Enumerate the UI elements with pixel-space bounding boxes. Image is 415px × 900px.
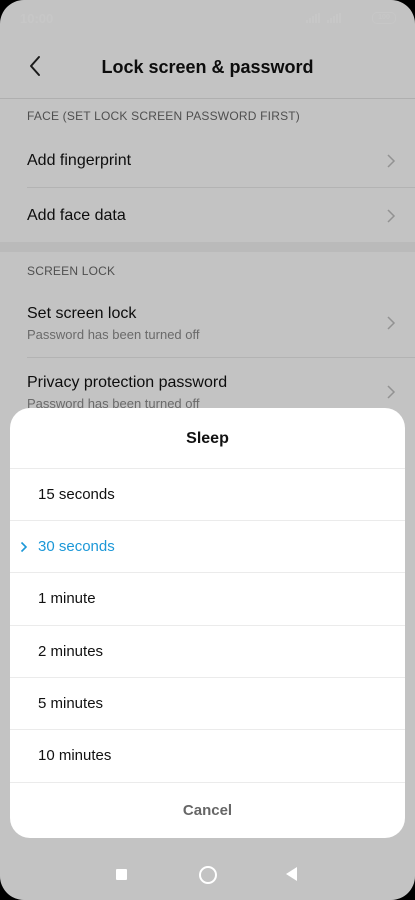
option-label: 15 seconds [38,486,115,503]
option-label: 1 minute [38,590,96,607]
option-label: 10 minutes [38,747,112,764]
option-30-seconds[interactable]: 30 seconds [10,521,405,573]
back-triangle-icon[interactable] [286,867,297,881]
phone-screen: 10:00 100 Lock screen & password FACE (S… [0,0,415,900]
option-label: 30 seconds [38,538,115,555]
selected-chevron-icon [20,541,28,553]
option-2-minutes[interactable]: 2 minutes [10,626,405,678]
option-10-minutes[interactable]: 10 minutes [10,730,405,782]
cancel-label: Cancel [182,802,233,819]
option-label: 5 minutes [38,695,104,712]
sleep-picker-sheet: Sleep 15 seconds 30 seconds 1 minute 2 m… [10,408,405,838]
option-1-minute[interactable]: 1 minute [10,573,405,625]
option-15-seconds[interactable]: 15 seconds [10,469,405,521]
recents-icon[interactable] [116,869,127,880]
option-label: 2 minutes [38,643,104,660]
option-5-minutes[interactable]: 5 minutes [10,678,405,730]
home-icon[interactable] [199,866,217,884]
system-nav-bar [0,852,415,900]
cancel-button[interactable]: Cancel [10,782,405,838]
sheet-title: Sleep [186,430,229,447]
